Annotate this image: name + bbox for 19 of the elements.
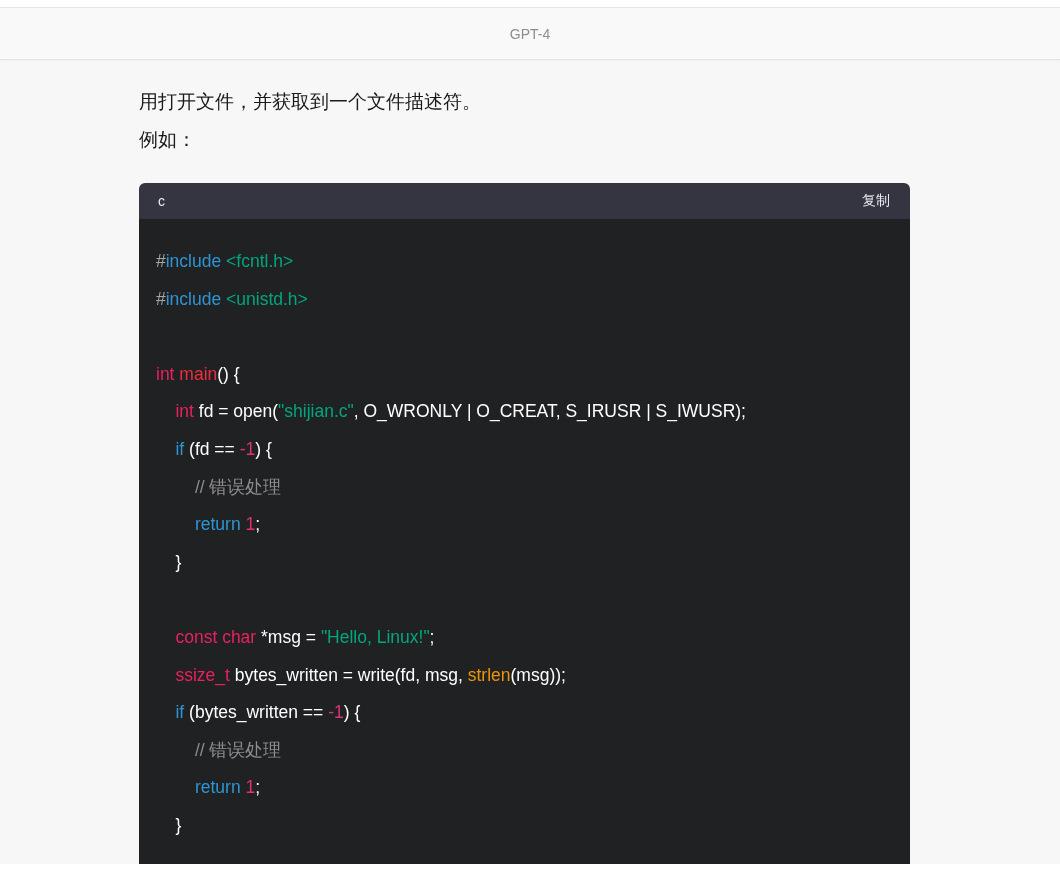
message-paragraph: 例如：	[139, 128, 196, 152]
code-line: return 1;	[193, 776, 261, 800]
code-line: if (fd == -1) {	[174, 437, 272, 461]
code-line: }	[174, 813, 182, 837]
code-line: #include <unistd.h>	[156, 287, 308, 311]
code-line: #include <fcntl.h>	[156, 250, 294, 273]
code-line: int fd = open("shijian.c", O_WRONLY | O_CREAT, S_IRUSR | S_IWUSR);	[174, 400, 746, 424]
code-line: return 1;	[193, 513, 261, 537]
model-title: GPT-4	[509, 25, 551, 42]
message-paragraph: 用打开文件，并获取到一个文件描述符。	[139, 90, 481, 114]
code-line: ssize_t bytes_written = write(fd, msg, strlen(msg));	[174, 663, 566, 688]
code-line: int main() {	[156, 362, 240, 386]
language-label: c	[158, 193, 165, 209]
code-line: // 错误处理	[193, 738, 282, 762]
code-line: // 错误处理	[193, 475, 282, 499]
code-line: }	[174, 550, 182, 574]
copy-button[interactable]: 复制	[862, 192, 890, 210]
code-line: if (bytes_written == -1) {	[174, 701, 361, 725]
code-line: const char *msg = "Hello, Linux!";	[174, 625, 435, 649]
